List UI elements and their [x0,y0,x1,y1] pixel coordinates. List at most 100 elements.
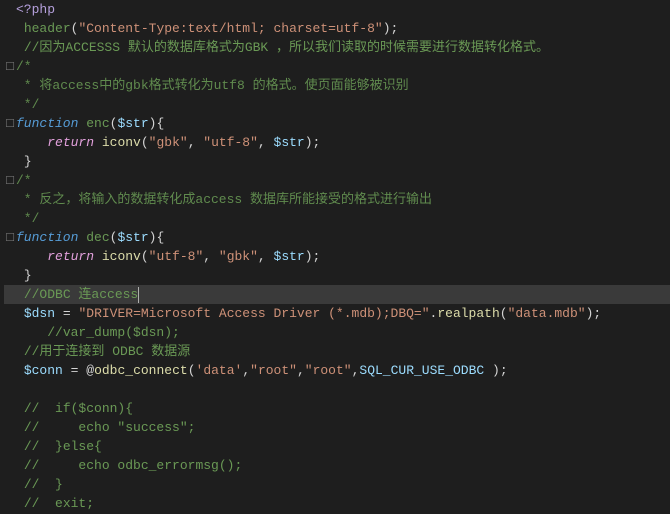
code-line[interactable]: <?php [4,0,670,19]
code-line[interactable]: // echo odbc_errormsg(); [4,456,670,475]
token-string: "root" [250,363,297,378]
line-content: // if($conn){ [16,399,670,418]
line-content: header("Content-Type:text/html; charset=… [16,19,670,38]
token-keyword-function: function [16,116,78,131]
token-variable: $dsn [24,306,55,321]
code-line[interactable]: // }else{ [4,437,670,456]
code-line[interactable]: //因为ACCESSS 默认的数据库格式为GBK ，所以我们读取的时候需要进行数… [4,38,670,57]
code-line[interactable]: □function enc($str){ [4,114,670,133]
line-content: $conn = @odbc_connect('data',"root","roo… [16,361,670,380]
token-paren: ) [492,363,500,378]
code-line[interactable]: */ [4,95,670,114]
code-line[interactable]: } [4,266,670,285]
fold-marker [4,342,16,361]
code-line[interactable]: // if($conn){ [4,399,670,418]
fold-marker [4,361,16,380]
text-cursor [138,287,139,303]
code-area[interactable]: <?php header("Content-Type:text/html; ch… [0,0,670,514]
fold-marker [4,76,16,95]
token-white [94,249,102,264]
fold-marker [4,456,16,475]
token-string: "data.mdb" [508,306,586,321]
fold-marker [4,285,16,304]
token-string: "DRIVER=Microsoft Access Driver (*.mdb);… [78,306,429,321]
line-content [16,380,670,399]
code-line[interactable]: □/* [4,171,670,190]
token-semi: ; [500,363,508,378]
token-white [16,382,24,397]
token-white [16,420,24,435]
token-paren: ) [383,21,391,36]
code-line[interactable]: //var_dump($dsn); [4,323,670,342]
code-line[interactable]: header("Content-Type:text/html; charset=… [4,19,670,38]
fold-marker [4,418,16,437]
fold-marker[interactable]: □ [4,57,16,76]
token-func-builtin: odbc_connect [94,363,188,378]
line-content: */ [16,209,670,228]
token-comment: // echo odbc_errormsg(); [24,458,242,473]
token-func-i: iconv [102,135,141,150]
fold-marker [4,209,16,228]
token-semi: ; [313,249,321,264]
line-content: return iconv("utf-8", "gbk", $str); [16,247,670,266]
token-brace: { [156,230,164,245]
token-comment: //因为ACCESSS 默认的数据库格式为GBK ，所以我们读取的时候需要进行数… [24,40,549,55]
token-function-name: enc [86,116,109,131]
token-string: "utf-8" [149,249,204,264]
code-line[interactable]: // } [4,475,670,494]
token-comment-block: * 将access中的gbk格式转化为utf8 的格式。使页面能够被识别 [16,78,409,93]
token-php-tag: <?php [16,2,55,17]
token-paren: ) [305,135,313,150]
token-semi: ; [593,306,601,321]
code-line[interactable]: */ [4,209,670,228]
token-keyword-function: function [16,230,78,245]
token-paren: ( [500,306,508,321]
line-content: /* [16,171,670,190]
token-comment-block: /* [16,173,32,188]
fold-marker [4,304,16,323]
token-white [484,363,492,378]
token-string: "Content-Type:text/html; charset=utf-8" [78,21,382,36]
code-line[interactable]: □function dec($str){ [4,228,670,247]
line-content: } [16,266,670,285]
code-line[interactable]: // echo "success"; [4,418,670,437]
code-line[interactable]: //用于连接到 ODBC 数据源 [4,342,670,361]
code-line[interactable]: return iconv("utf-8", "gbk", $str); [4,247,670,266]
fold-marker[interactable]: □ [4,171,16,190]
code-line[interactable]: } [4,152,670,171]
fold-marker [4,437,16,456]
token-comment: // if($conn){ [24,401,133,416]
token-operator: = [63,306,71,321]
code-line[interactable]: $conn = @odbc_connect('data',"root","roo… [4,361,670,380]
line-content: //ODBC 连access [16,285,670,304]
token-comment: // }else{ [24,439,102,454]
code-line[interactable]: □/* [4,57,670,76]
token-white [16,325,47,340]
fold-marker [4,323,16,342]
fold-marker[interactable]: □ [4,228,16,247]
fold-marker [4,152,16,171]
code-line[interactable]: $dsn = "DRIVER=Microsoft Access Driver (… [4,304,670,323]
token-func-i: iconv [102,249,141,264]
token-function-name: header [24,21,71,36]
code-line[interactable]: * 将access中的gbk格式转化为utf8 的格式。使页面能够被识别 [4,76,670,95]
line-content: //因为ACCESSS 默认的数据库格式为GBK ，所以我们读取的时候需要进行数… [16,38,670,57]
fold-marker [4,494,16,513]
token-white [16,477,24,492]
token-function-name: dec [86,230,109,245]
code-line[interactable]: * 反之，将输入的数据转化成access 数据库所能接受的格式进行输出 [4,190,670,209]
fold-marker[interactable]: □ [4,114,16,133]
fold-marker [4,380,16,399]
token-comment: // echo "success"; [24,420,196,435]
token-white [16,287,24,302]
fold-marker [4,38,16,57]
code-line[interactable]: return iconv("gbk", "utf-8", $str); [4,133,670,152]
token-white [63,363,71,378]
code-line[interactable]: // exit; [4,494,670,513]
token-variable: $conn [24,363,63,378]
token-white [16,363,24,378]
code-line[interactable] [4,380,670,399]
line-content: function dec($str){ [16,228,670,247]
code-line[interactable]: //ODBC 连access [4,285,670,304]
code-editor[interactable]: <?php header("Content-Type:text/html; ch… [0,0,670,514]
